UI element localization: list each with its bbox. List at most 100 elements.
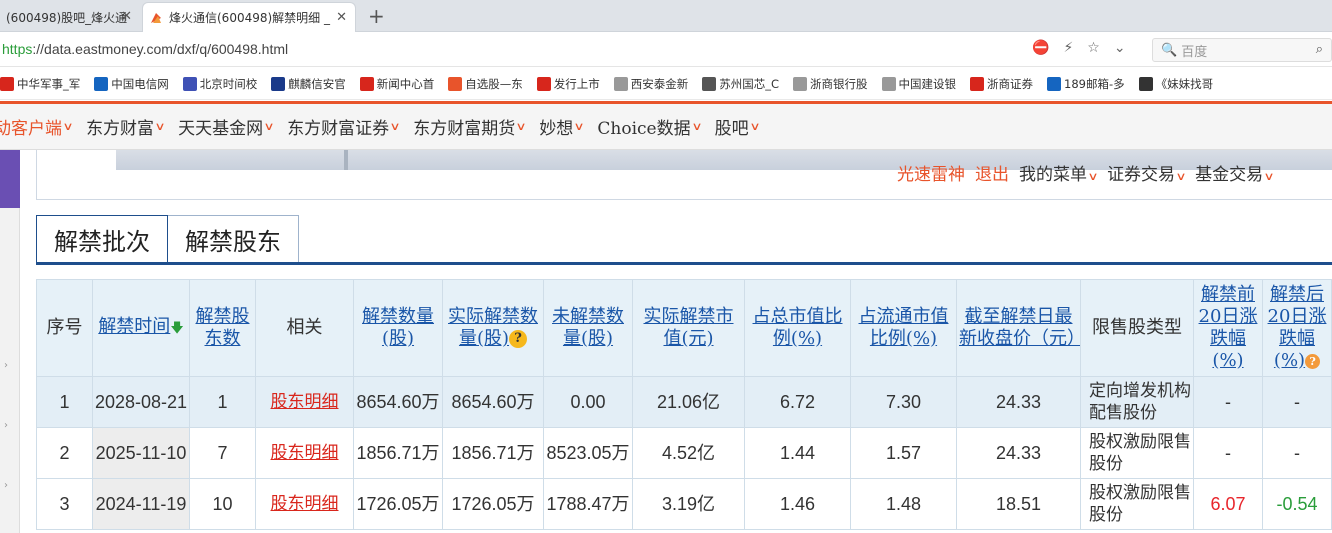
table-row: 3 2024-11-19 10 股东明细 1726.05万 1726.05万 1… <box>36 478 1332 530</box>
help-icon[interactable]: ? <box>509 330 528 348</box>
cell-related: 股东明细 <box>255 376 354 428</box>
nav-item[interactable]: 东方财富期货 ∨ <box>413 114 527 139</box>
header-pre20[interactable]: 解禁前20日涨跌幅(%) <box>1193 279 1263 377</box>
sidebar-arrow-icon[interactable]: › <box>4 360 8 371</box>
sidebar-arrow-icon[interactable]: › <box>4 420 8 431</box>
nav-item[interactable]: 天天基金网 ∨ <box>178 114 275 139</box>
browser-tab-guba[interactable]: (600498)股吧_烽火通 ✕ <box>0 2 140 32</box>
chip-icon <box>702 76 717 91</box>
my-menu[interactable]: 我的菜单∨ <box>1019 160 1099 185</box>
bookmark-item[interactable]: 西安泰金新 <box>613 76 688 92</box>
bookmark-label: 苏州国芯_C <box>719 76 780 91</box>
bookmark-item[interactable]: 发行上市 <box>536 76 600 92</box>
username-link[interactable]: 光速雷神 <box>897 160 965 185</box>
chevron-down-icon: ∨ <box>389 120 401 133</box>
header-qty[interactable]: 解禁数量(股) <box>353 279 443 377</box>
nav-item-label: 动客户端 <box>0 119 62 139</box>
unlock-table: 序号 解禁时间🡇 解禁股东数 相关 解禁数量(股) 实际解禁数量(股)? 未解禁… <box>36 279 1332 530</box>
bookmark-item[interactable]: 自选股—东 <box>448 76 523 92</box>
search-icon[interactable]: ⌕ <box>1316 42 1323 57</box>
new-tab-icon[interactable]: + <box>368 4 385 28</box>
header-pct-total[interactable]: 占总市值比例(%) <box>744 279 851 377</box>
bookmark-item[interactable]: 浙商证券 <box>970 76 1033 92</box>
cell-type: 股权激励限售股份 <box>1080 478 1194 530</box>
header-actual-qty[interactable]: 实际解禁数量(股)? <box>442 279 544 377</box>
nav-item-label: 东方财富证券 <box>287 119 390 139</box>
url-field[interactable]: https://data.eastmoney.com/dxf/q/600498.… <box>2 41 288 57</box>
cell-holders: 1 <box>189 376 256 428</box>
table-header-row: 序号 解禁时间🡇 解禁股东数 相关 解禁数量(股) 实际解禁数量(股)? 未解禁… <box>36 279 1332 377</box>
close-icon[interactable]: ✕ <box>336 10 347 25</box>
header-unreleased[interactable]: 未解禁数量(股) <box>543 279 633 377</box>
bookmark-item[interactable]: 中国建设银 <box>881 76 956 92</box>
nav-item[interactable]: 动客户端 ∨ <box>0 114 74 139</box>
header-holders[interactable]: 解禁股东数 <box>189 279 256 377</box>
logout-link[interactable]: 退出 <box>975 160 1009 185</box>
bookmark-item[interactable]: 新闻中心首 <box>359 76 434 92</box>
cell-actual-qty: 1726.05万 <box>442 478 544 530</box>
star-icon[interactable]: ☆ <box>1087 40 1100 56</box>
sort-down-icon: 🡇 <box>170 321 184 336</box>
chevron-down-icon: ∨ <box>1087 170 1099 183</box>
left-sidebar: › › › <box>0 150 20 533</box>
chevron-down-icon: ∨ <box>1263 170 1275 183</box>
header-close-price[interactable]: 截至解禁日最新收盘价（元） <box>956 279 1081 377</box>
holder-detail-link[interactable]: 股东明细 <box>271 392 339 412</box>
unlock-tabs: 解禁批次 解禁股东 <box>36 215 299 264</box>
cell-time: 2028-08-21 <box>92 376 190 428</box>
cell-pre20: - <box>1193 376 1263 428</box>
tab-title: 烽火通信(600498)解禁明细 _ <box>169 11 330 25</box>
bookmark-item[interactable]: 中国电信网 <box>94 76 169 92</box>
header-label: 占总市值比例(%) <box>752 306 843 349</box>
listing-icon <box>536 76 551 91</box>
url-scheme: https <box>2 41 33 57</box>
bookmark-item[interactable]: 麒麟信安官 <box>271 76 346 92</box>
nav-item[interactable]: Choice数据 ∨ <box>597 114 702 139</box>
nav-item[interactable]: 股吧 ∨ <box>715 114 761 139</box>
header-pct-float[interactable]: 占流通市值比例(%) <box>850 279 957 377</box>
range-handle[interactable] <box>344 150 348 170</box>
bookmark-label: 中国电信网 <box>111 76 169 91</box>
search-input[interactable]: 🔍 百度 ⌕ <box>1152 38 1332 62</box>
bookmark-label: 发行上市 <box>553 76 600 91</box>
chevron-down-icon[interactable]: ⌄ <box>1114 40 1126 56</box>
help-icon[interactable]: ? <box>1305 353 1321 369</box>
cell-close: 24.33 <box>956 427 1081 479</box>
browser-tab-unlock-detail[interactable]: 烽火通信(600498)解禁明细 _ ✕ <box>142 2 356 32</box>
paw-icon: 🔍 <box>1161 42 1178 58</box>
securities-trade-menu[interactable]: 证券交易∨ <box>1107 160 1187 185</box>
sidebar-arrow-icon[interactable]: › <box>4 480 8 491</box>
header-post20[interactable]: 解禁后20日涨跌幅(%)? <box>1262 279 1332 377</box>
fund-trade-menu[interactable]: 基金交易∨ <box>1195 160 1275 185</box>
tab-unlock-holders[interactable]: 解禁股东 <box>168 215 299 263</box>
tab-unlock-batches[interactable]: 解禁批次 <box>36 215 168 263</box>
lightning-icon[interactable]: ⚡ <box>1063 40 1073 56</box>
nav-item-label: 东方财富 <box>86 119 155 139</box>
bookmark-label: 北京时间校 <box>199 76 258 91</box>
bookmark-icon <box>1138 76 1153 91</box>
tab-underline <box>36 262 1332 265</box>
bookmark-item[interactable]: 中华军事_军 <box>0 76 80 92</box>
holder-detail-link[interactable]: 股东明细 <box>271 443 339 463</box>
chevron-down-icon: ∨ <box>62 120 74 133</box>
bookmark-item[interactable]: 苏州国芯_C <box>702 76 779 92</box>
table-row: 2 2025-11-10 7 股东明细 1856.71万 1856.71万 85… <box>36 427 1332 479</box>
clock-icon <box>182 76 197 91</box>
close-icon[interactable]: ✕ <box>121 9 132 24</box>
bookmark-item[interactable]: 浙商银行股 <box>793 76 868 92</box>
chevron-down-icon: ∨ <box>154 120 166 133</box>
nav-item[interactable]: 东方财富证券 ∨ <box>287 114 401 139</box>
tab-title: (600498)股吧_烽火通 <box>6 10 128 25</box>
header-seq: 序号 <box>36 279 93 377</box>
holder-detail-link[interactable]: 股东明细 <box>271 494 339 514</box>
header-actual-mv[interactable]: 实际解禁市值(元) <box>632 279 745 377</box>
header-label: 解禁时间 <box>98 316 171 337</box>
bookmark-item[interactable]: 《妹妹找哥 <box>1138 76 1213 92</box>
bookmark-label: 麒麟信安官 <box>288 76 346 91</box>
header-unlock-time[interactable]: 解禁时间🡇 <box>92 279 190 377</box>
nav-item[interactable]: 妙想 ∨ <box>539 114 585 139</box>
site-permission-icon[interactable]: ⛔ <box>1032 40 1049 56</box>
bookmark-item[interactable]: 189邮箱-多 <box>1047 76 1125 92</box>
nav-item[interactable]: 东方财富 ∨ <box>86 114 166 139</box>
bookmark-item[interactable]: 北京时间校 <box>182 76 258 92</box>
